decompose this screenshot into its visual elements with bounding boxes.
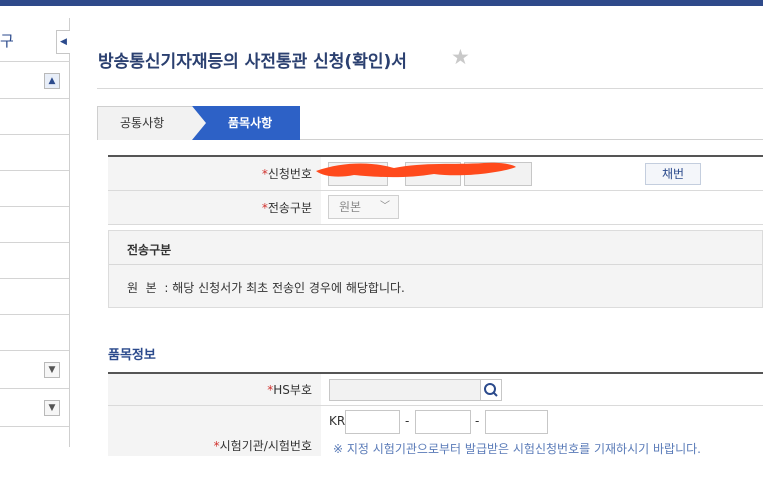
- chevron-down-icon[interactable]: ▼: [44, 362, 60, 378]
- sidebar-item[interactable]: [0, 207, 69, 243]
- application-number-field-2[interactable]: [405, 162, 461, 186]
- test-number-field-1[interactable]: [345, 410, 400, 434]
- sidebar: 구 ◀ ▲ ▼ ▼: [0, 18, 70, 447]
- hs-code-row: *HS부호: [108, 374, 763, 406]
- page-title: 방송통신기자재등의 사전통관 신청(확인)서: [98, 52, 407, 72]
- sidebar-item[interactable]: [0, 99, 69, 135]
- transmission-type-label: *전송구분: [108, 191, 321, 224]
- info-text: 원 본 : 해당 신청서가 최초 전송인 경우에 해당합니다.: [127, 281, 405, 295]
- tab-arrow: [192, 106, 206, 140]
- tab-common[interactable]: 공통사항: [97, 106, 202, 140]
- application-number-field-3[interactable]: [464, 162, 532, 186]
- sidebar-item[interactable]: ▲: [0, 63, 69, 99]
- kr-prefix: KR: [329, 414, 346, 428]
- application-number-field-1[interactable]: [328, 162, 388, 186]
- sidebar-item[interactable]: [0, 171, 69, 207]
- hs-code-label-text: HS부호: [273, 383, 312, 397]
- dash: -: [405, 414, 410, 428]
- test-number-field-3[interactable]: [485, 410, 548, 434]
- star-icon[interactable]: ★: [451, 45, 470, 69]
- sidebar-item[interactable]: [0, 243, 69, 279]
- sidebar-collapse-icon[interactable]: ◀: [56, 30, 70, 54]
- items-table: *HS부호 *시험기관/시험번호 KR - - ※ 지정 시험기관으로부터 발급…: [108, 372, 763, 456]
- sidebar-item[interactable]: [0, 135, 69, 171]
- dash: -: [475, 414, 480, 428]
- chevron-down-icon[interactable]: ▼: [44, 400, 60, 416]
- sidebar-item[interactable]: ▼: [0, 351, 69, 389]
- test-number-notice: ※ 지정 시험기관으로부터 발급받은 시험신청번호를 기재하시기 바랍니다.: [333, 442, 701, 456]
- test-agency-row: *시험기관/시험번호 KR - - ※ 지정 시험기관으로부터 발급받은 시험신…: [108, 406, 763, 456]
- test-number-field-2[interactable]: [415, 410, 471, 434]
- application-number-label: *신청번호: [108, 157, 321, 190]
- search-button[interactable]: [480, 379, 502, 401]
- top-bar: [0, 0, 763, 6]
- transmission-type-info: 전송구분 원 본 : 해당 신청서가 최초 전송인 경우에 해당합니다.: [108, 230, 763, 308]
- sidebar-item[interactable]: [0, 315, 69, 351]
- sidebar-header-label: 구: [0, 32, 14, 50]
- chevron-down-icon: ﹀: [380, 201, 390, 212]
- transmission-type-label-text: 전송구분: [267, 201, 312, 215]
- info-title: 전송구분: [127, 243, 172, 257]
- transmission-type-select[interactable]: 원본 ﹀: [328, 195, 399, 219]
- application-number-label-text: 신청번호: [267, 167, 312, 181]
- assign-number-button[interactable]: 채번: [645, 163, 701, 185]
- sidebar-item[interactable]: ▼: [0, 389, 69, 427]
- hs-code-input[interactable]: [329, 379, 481, 401]
- test-agency-label: *시험기관/시험번호: [108, 406, 321, 456]
- transmission-type-row: *전송구분 원본 ﹀: [108, 191, 763, 225]
- info-divider: [109, 264, 762, 265]
- hs-code-label: *HS부호: [108, 374, 321, 405]
- tab-items[interactable]: 품목사항: [192, 106, 300, 140]
- application-number-row: *신청번호 채번: [108, 157, 763, 191]
- sidebar-item[interactable]: [0, 279, 69, 315]
- transmission-type-value: 원본: [339, 200, 362, 214]
- items-section-title: 품목정보: [108, 348, 156, 363]
- form-table: *신청번호 채번 *전송구분 원본 ﹀: [108, 155, 763, 225]
- test-agency-label-text: 시험기관/시험번호: [219, 439, 312, 453]
- search-icon: [484, 383, 498, 397]
- chevron-up-icon[interactable]: ▲: [44, 73, 60, 89]
- divider: [97, 88, 763, 89]
